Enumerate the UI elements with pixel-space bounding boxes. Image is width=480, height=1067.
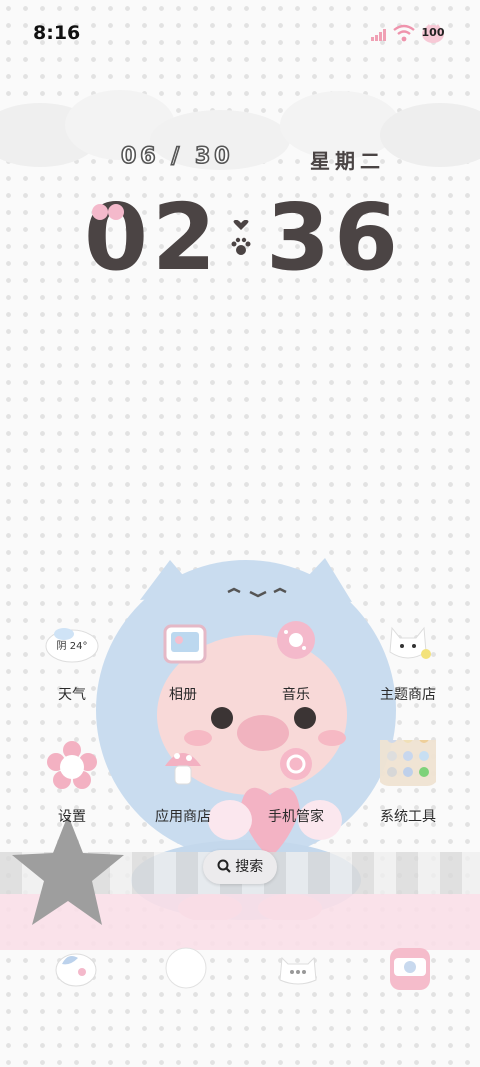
photo-album-icon bbox=[155, 618, 211, 674]
status-bar: 8:16 100 bbox=[0, 0, 480, 64]
app-label: 相册 bbox=[169, 687, 197, 703]
mushroom-store-icon bbox=[155, 740, 211, 796]
lock-weekday: 星期二 bbox=[310, 149, 385, 173]
candy-manager-icon bbox=[268, 740, 324, 796]
star-decoration bbox=[12, 815, 124, 925]
app-system-tools[interactable]: 系统工具 bbox=[353, 724, 463, 826]
app-label: 音乐 bbox=[282, 687, 310, 703]
battery-level: 100 bbox=[421, 26, 445, 39]
dock-messages-icon[interactable] bbox=[158, 944, 214, 994]
folder-tools-icon bbox=[377, 724, 439, 796]
app-music[interactable]: 音乐 bbox=[241, 618, 351, 704]
battery-icon: 100 bbox=[420, 24, 446, 44]
heart-paw-separator-icon bbox=[231, 220, 251, 255]
wifi-icon bbox=[393, 24, 415, 42]
cloud-weather-icon: 阴 24° bbox=[44, 618, 100, 674]
app-label: 应用商店 bbox=[155, 809, 211, 825]
dock-browser-icon[interactable] bbox=[270, 944, 326, 994]
app-label: 主题商店 bbox=[380, 687, 436, 703]
app-label: 系统工具 bbox=[380, 809, 436, 825]
status-time: 8:16 bbox=[33, 22, 81, 44]
app-settings[interactable]: 设置 bbox=[17, 740, 127, 826]
app-label: 手机管家 bbox=[268, 809, 324, 825]
lock-date: 06 / 30 bbox=[120, 143, 234, 170]
cat-theme-icon bbox=[380, 618, 436, 674]
paw-bow-icon bbox=[92, 204, 124, 220]
donut-music-icon bbox=[268, 618, 324, 674]
app-label: 天气 bbox=[58, 687, 86, 703]
clock-minute: 36 bbox=[266, 184, 403, 291]
cloud-decoration bbox=[0, 90, 480, 170]
dock-camera-icon[interactable] bbox=[382, 944, 438, 994]
search-label: 搜索 bbox=[235, 859, 264, 875]
dock-phone-icon[interactable] bbox=[48, 944, 104, 994]
app-app-store[interactable]: 应用商店 bbox=[128, 740, 238, 826]
flower-settings-icon bbox=[44, 740, 100, 796]
clock-widget[interactable]: 02 36 bbox=[84, 188, 404, 288]
search-icon bbox=[217, 859, 231, 873]
app-label: 设置 bbox=[58, 809, 86, 825]
signal-icon bbox=[371, 29, 386, 41]
search-button[interactable]: 搜索 bbox=[203, 850, 277, 884]
app-gallery[interactable]: 相册 bbox=[128, 618, 238, 704]
app-theme-store[interactable]: 主题商店 bbox=[353, 618, 463, 704]
app-weather[interactable]: 阴 24° 天气 bbox=[17, 618, 127, 704]
app-phone-manager[interactable]: 手机管家 bbox=[241, 740, 351, 826]
weather-badge: 阴 24° bbox=[56, 641, 88, 652]
